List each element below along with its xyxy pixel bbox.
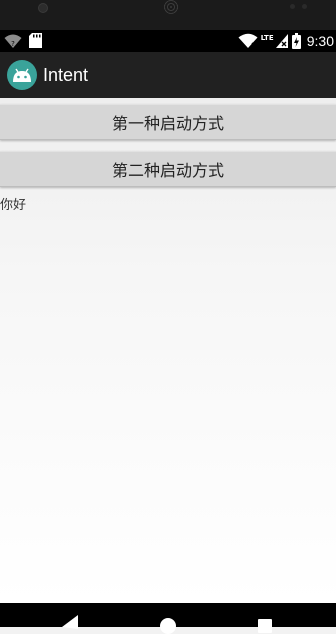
- status-time: 9:30: [306, 33, 334, 49]
- main-content: 第一种启动方式 第二种启动方式 你好: [0, 98, 336, 603]
- home-icon[interactable]: [160, 618, 176, 634]
- recents-icon[interactable]: [258, 619, 272, 633]
- navigation-bar: [0, 603, 336, 634]
- status-bar: ? LTE 9:30: [0, 30, 336, 52]
- front-camera: [38, 3, 48, 13]
- signal-icon: [275, 34, 288, 48]
- light-sensor: [302, 4, 307, 9]
- app-bar: Intent: [0, 52, 336, 98]
- app-title: Intent: [43, 64, 89, 85]
- earpiece-speaker: [163, 0, 179, 14]
- svg-text:?: ?: [11, 40, 15, 48]
- second-launch-button[interactable]: 第二种启动方式: [0, 151, 336, 187]
- first-launch-button[interactable]: 第一种启动方式: [0, 104, 336, 140]
- proximity-sensor: [290, 4, 295, 9]
- sd-card-icon: [29, 33, 42, 48]
- greeting-text: 你好: [0, 198, 27, 213]
- android-icon: [7, 60, 37, 90]
- lte-icon: LTE: [260, 34, 274, 42]
- wifi-icon: [238, 33, 258, 48]
- battery-icon: [291, 33, 301, 49]
- wifi-icon: ?: [4, 34, 22, 48]
- device-bezel: [0, 0, 336, 30]
